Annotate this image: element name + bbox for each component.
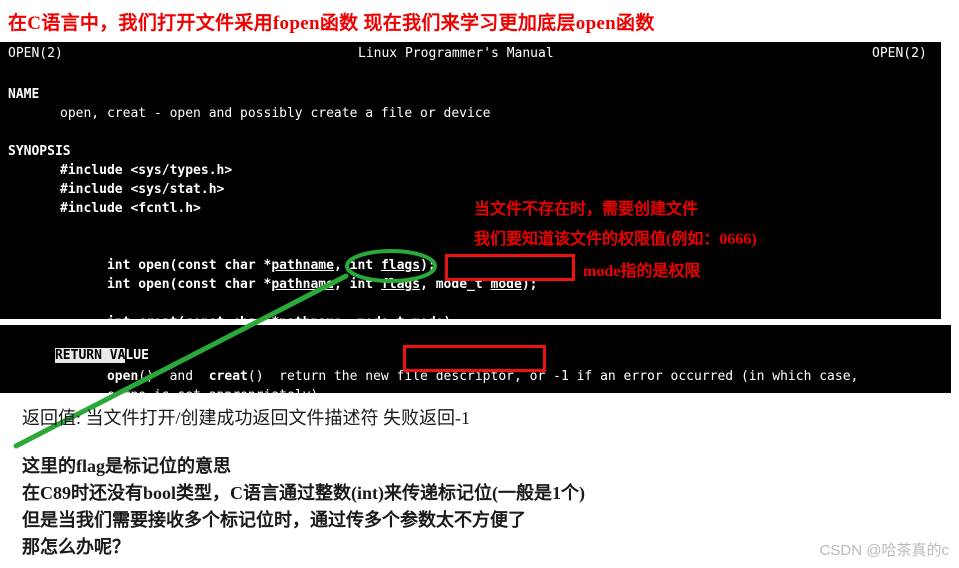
manpage-name-body: open, creat - open and possibly create a… (60, 106, 491, 121)
proto2-post: ); (521, 277, 538, 292)
proto2-mid: , int (333, 277, 381, 292)
csdn-watermark: CSDN @哈茶真的c (819, 542, 949, 559)
return-text-c: is set appropriately). (146, 388, 326, 393)
manpage-header-right: OPEN(2) (872, 46, 927, 61)
bottom-note-line-3: 但是当我们需要接收多个标记位时，通过传多个参数太不方便了 (22, 510, 526, 530)
bottom-note-line-2: 在C89时还没有bool类型，C语言通过整数(int)来传递标记位(一般是1个) (22, 483, 585, 503)
proto2-mid2: , mode_t (420, 277, 491, 292)
proto2-arg-flags: flags (380, 277, 421, 292)
proto3-arg-mode: mode (412, 315, 443, 319)
terminal-manpage-top: OPEN(2) Linux Programmer's Manual OPEN(2… (0, 42, 941, 319)
proto2-arg-pathname: pathname (271, 277, 334, 292)
manpage-prototype-creat: int creat(const char *pathname, mode_t m… (60, 294, 459, 319)
manpage-include-fcntl: #include <fcntl.h> (60, 201, 201, 216)
red-annotation-line-2: 我们要知道该文件的权限值(例如：0666) (474, 231, 757, 248)
proto3-mid: , mode_t (342, 315, 412, 319)
screenshot-canvas: 在C语言中，我们打开文件采用fopen函数 现在我们来学习更加底层open函数 … (0, 0, 959, 568)
proto2-arg-mode: mode (490, 277, 522, 292)
return-errno: errno (107, 388, 146, 393)
bottom-note-line-4: 那怎么办呢？ (22, 537, 130, 557)
bottom-note-return-value: 返回值: 当文件打开/创建成功返回文件描述符 失败返回-1 (22, 408, 470, 428)
terminal-manpage-bottom: RETURN VALUE open() and creat() return t… (0, 325, 951, 393)
proto3-arg-pathname: pathname (279, 315, 342, 319)
return-text-b: () return the new file descriptor, or -1… (247, 369, 859, 384)
manpage-header-left: OPEN(2) (8, 46, 63, 61)
manpage-include-types: #include <sys/types.h> (60, 163, 233, 178)
red-annotation-line-3: mode指的是权限 (583, 263, 701, 280)
manpage-header-center: Linux Programmer's Manual (358, 46, 554, 61)
bottom-note-line-1: 这里的flag是标记位的意思 (22, 456, 231, 476)
manpage-section-name: NAME (8, 87, 40, 102)
proto3-post: ); (444, 315, 460, 319)
proto3-pre: int creat(const char * (107, 315, 279, 319)
manpage-section-synopsis: SYNOPSIS (8, 144, 71, 159)
manpage-include-stat: #include <sys/stat.h> (60, 182, 225, 197)
top-annotation-text: 在C语言中，我们打开文件采用fopen函数 现在我们来学习更加底层open函数 (8, 13, 655, 34)
red-annotation-line-1: 当文件不存在时，需要创建文件 (474, 201, 699, 218)
manpage-return-body-line2: errno is set appropriately). (60, 367, 326, 393)
proto2-pre: int open(const char * (106, 277, 272, 292)
